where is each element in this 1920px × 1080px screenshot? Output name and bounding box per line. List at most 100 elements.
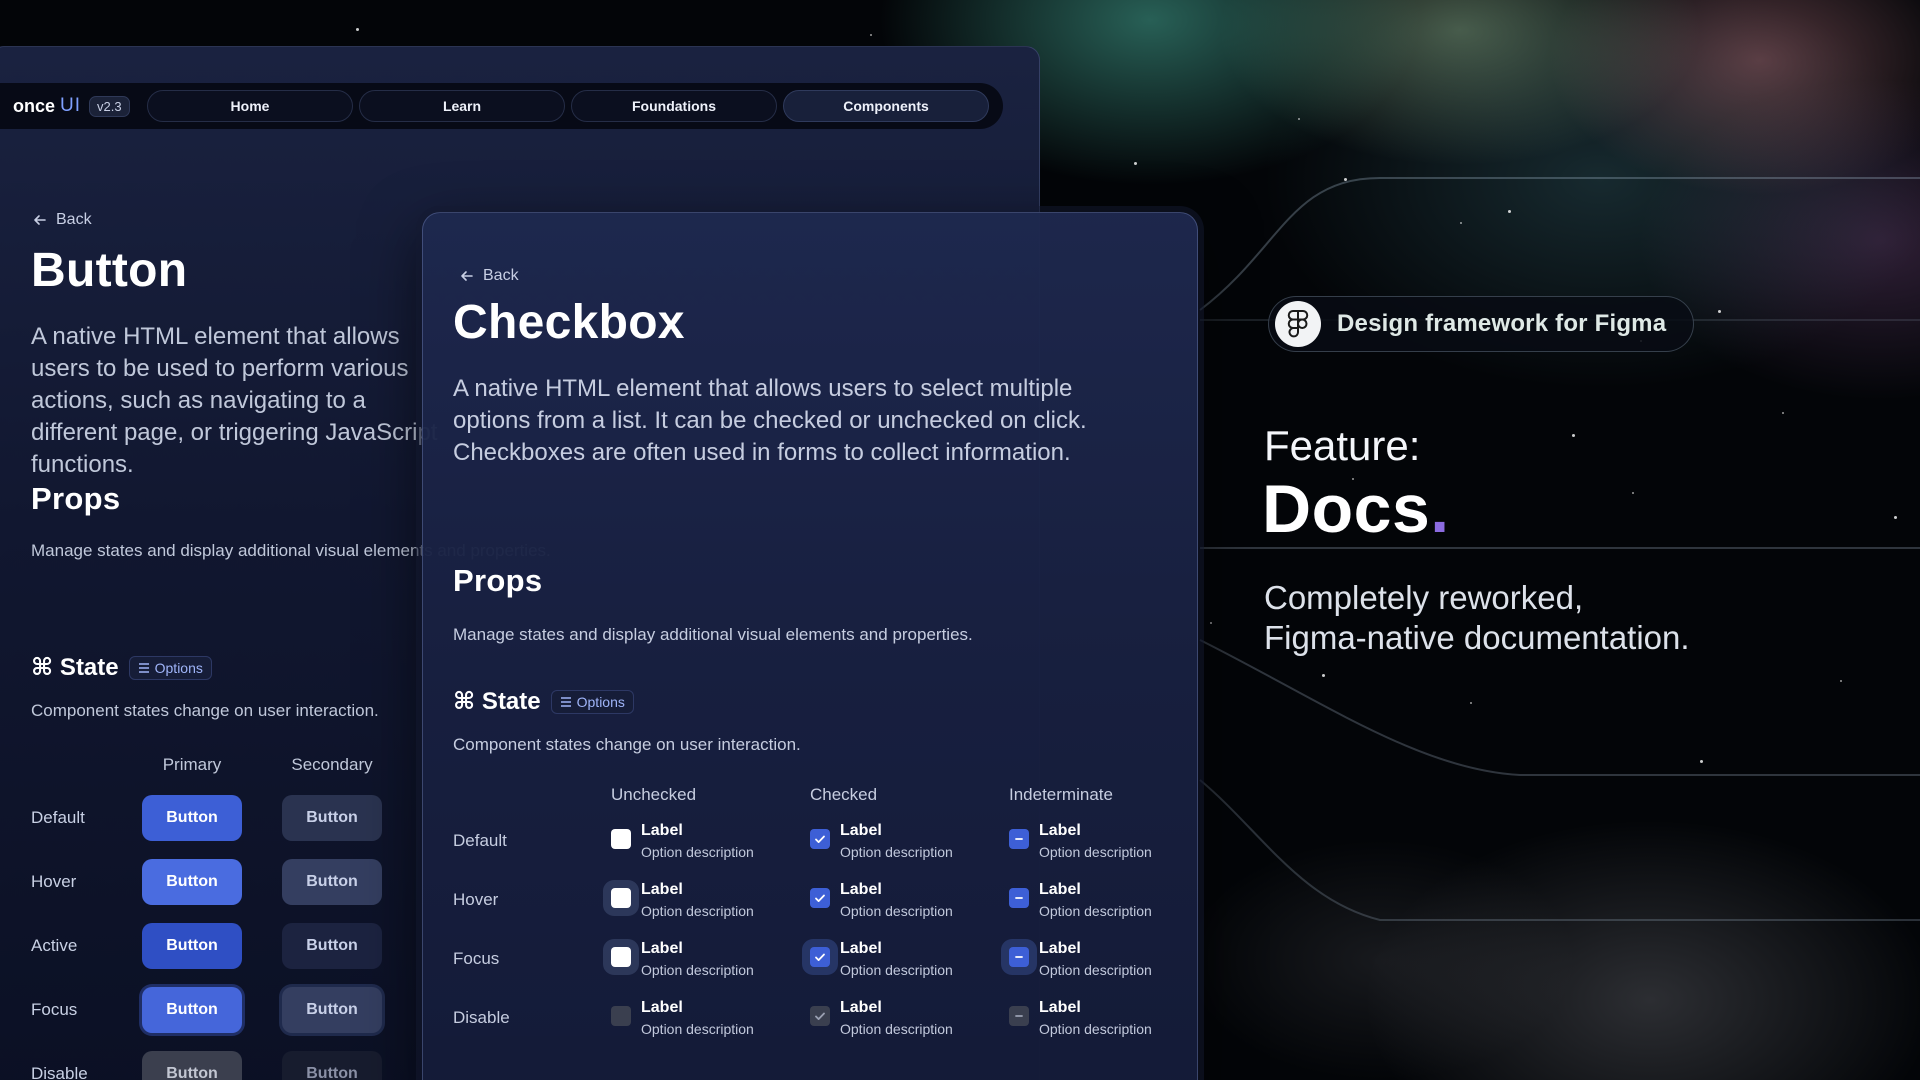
brand-logo[interactable]: once UI v2.3 (13, 95, 147, 117)
primary-button-hover[interactable]: Button (142, 859, 242, 905)
checkbox-description: Option description (1039, 962, 1152, 978)
checkbox-checked-default[interactable]: Label Option description (810, 821, 953, 861)
checkbox-box[interactable] (1009, 1006, 1029, 1026)
checkbox-description: Option description (840, 844, 953, 860)
checkbox-label: Label (1039, 940, 1081, 957)
checkbox-unchecked-disabled[interactable]: Label Option description (611, 998, 754, 1038)
checkbox-description: Option description (840, 962, 953, 978)
checkbox-checked-focus[interactable]: Label Option description (810, 939, 953, 979)
minus-icon (1015, 897, 1023, 899)
options-badge[interactable]: Options (550, 689, 634, 714)
row-label-disable: Disable (453, 1008, 510, 1027)
feature-description-line-1: Completely reworked, (1264, 579, 1584, 616)
back-link[interactable]: Back (32, 211, 92, 229)
secondary-button-focus[interactable]: Button (282, 987, 382, 1033)
checkbox-label: Label (641, 999, 683, 1016)
feature-label: Feature: (1264, 422, 1421, 469)
props-heading: Props (453, 563, 543, 598)
row-label-disable: Disable (31, 1064, 88, 1080)
checkmark-icon (815, 1012, 825, 1020)
nav-tab-learn[interactable]: Learn (359, 90, 565, 122)
primary-button-active[interactable]: Button (142, 923, 242, 969)
back-label: Back (56, 211, 92, 228)
checkbox-description: Option description (1039, 844, 1152, 860)
back-link[interactable]: Back (459, 267, 519, 285)
options-label: Options (576, 693, 625, 710)
checkbox-box[interactable] (810, 1006, 830, 1026)
checkbox-label: Label (641, 940, 683, 957)
feature-title: Docs. (1262, 470, 1450, 548)
checkbox-description: Option description (641, 1021, 754, 1037)
state-description: Component states change on user interact… (31, 701, 379, 720)
secondary-button-disabled[interactable]: Button (282, 1051, 382, 1080)
checkbox-unchecked-focus[interactable]: Label Option description (611, 939, 754, 979)
figma-icon (1275, 301, 1321, 347)
nav-tabs: Home Learn Foundations Components (147, 90, 989, 122)
secondary-button-active[interactable]: Button (282, 923, 382, 969)
feature-title-text: Docs (1262, 471, 1431, 547)
top-navigation-bar: once UI v2.3 Home Learn Foundations Comp… (0, 83, 1003, 129)
checkbox-indeterminate-disabled[interactable]: Label Option description (1009, 998, 1152, 1038)
column-header-secondary: Secondary (291, 755, 373, 774)
row-label-focus: Focus (453, 949, 500, 968)
column-header-primary: Primary (162, 755, 222, 774)
checkbox-box[interactable] (1009, 947, 1029, 967)
column-header-checked: Checked (810, 785, 878, 804)
checkbox-label: Label (840, 822, 882, 839)
brand-suffix: UI (60, 95, 82, 116)
nav-tab-components[interactable]: Components (783, 90, 989, 122)
checkbox-box[interactable] (1009, 829, 1029, 849)
options-label: Options (154, 659, 203, 676)
checkbox-label: Label (1039, 822, 1081, 839)
primary-button-focus[interactable]: Button (142, 987, 242, 1033)
row-label-focus: Focus (31, 1000, 78, 1019)
checkbox-box[interactable] (611, 829, 631, 849)
row-label-active: Active (31, 936, 78, 955)
figma-pill-text: Design framework for Figma (1337, 310, 1667, 337)
row-label-hover: Hover (31, 872, 77, 891)
row-label-default: Default (31, 808, 85, 827)
row-label-default: Default (453, 831, 507, 850)
options-badge[interactable]: Options (128, 655, 212, 680)
checkbox-checked-disabled[interactable]: Label Option description (810, 998, 953, 1038)
checkbox-checked-hover[interactable]: Label Option description (810, 880, 953, 920)
checkbox-description: Option description (641, 962, 754, 978)
checkbox-indeterminate-focus[interactable]: Label Option description (1009, 939, 1152, 979)
nav-tab-foundations[interactable]: Foundations (571, 90, 777, 122)
state-description: Component states change on user interact… (453, 735, 801, 754)
checkbox-box[interactable] (611, 888, 631, 908)
primary-button-default[interactable]: Button (142, 795, 242, 841)
secondary-button-hover[interactable]: Button (282, 859, 382, 905)
checkbox-label: Label (1039, 881, 1081, 898)
list-icon (560, 696, 571, 707)
feature-description: Completely reworked, Figma-native docume… (1264, 578, 1690, 658)
checkbox-box[interactable] (1009, 888, 1029, 908)
checkbox-label: Label (840, 881, 882, 898)
checkbox-indeterminate-default[interactable]: Label Option description (1009, 821, 1152, 861)
checkbox-label: Label (641, 822, 683, 839)
primary-button-disabled[interactable]: Button (142, 1051, 242, 1080)
brand-name: once (13, 95, 56, 116)
state-heading: ⌘ State (453, 688, 541, 715)
checkmark-icon (815, 894, 825, 902)
version-badge: v2.3 (89, 95, 130, 117)
nav-tab-home[interactable]: Home (147, 90, 353, 122)
checkbox-label: Label (1039, 999, 1081, 1016)
checkbox-box[interactable] (611, 947, 631, 967)
checkbox-box[interactable] (810, 829, 830, 849)
column-header-indeterminate: Indeterminate (1009, 785, 1113, 804)
checkbox-description: Option description (641, 844, 754, 860)
checkbox-unchecked-hover[interactable]: Label Option description (611, 880, 754, 920)
checkbox-indeterminate-hover[interactable]: Label Option description (1009, 880, 1152, 920)
checkbox-box[interactable] (611, 1006, 631, 1026)
figma-framework-pill: Design framework for Figma (1268, 296, 1694, 352)
feature-title-dot: . (1430, 471, 1450, 547)
checkbox-unchecked-default[interactable]: Label Option description (611, 821, 754, 861)
props-description: Manage states and display additional vis… (453, 625, 973, 644)
checkbox-description: Option description (1039, 903, 1152, 919)
checkbox-box[interactable] (810, 947, 830, 967)
checkbox-description: Option description (840, 903, 953, 919)
secondary-button-default[interactable]: Button (282, 795, 382, 841)
checkbox-box[interactable] (810, 888, 830, 908)
page-title: Button (31, 244, 188, 297)
